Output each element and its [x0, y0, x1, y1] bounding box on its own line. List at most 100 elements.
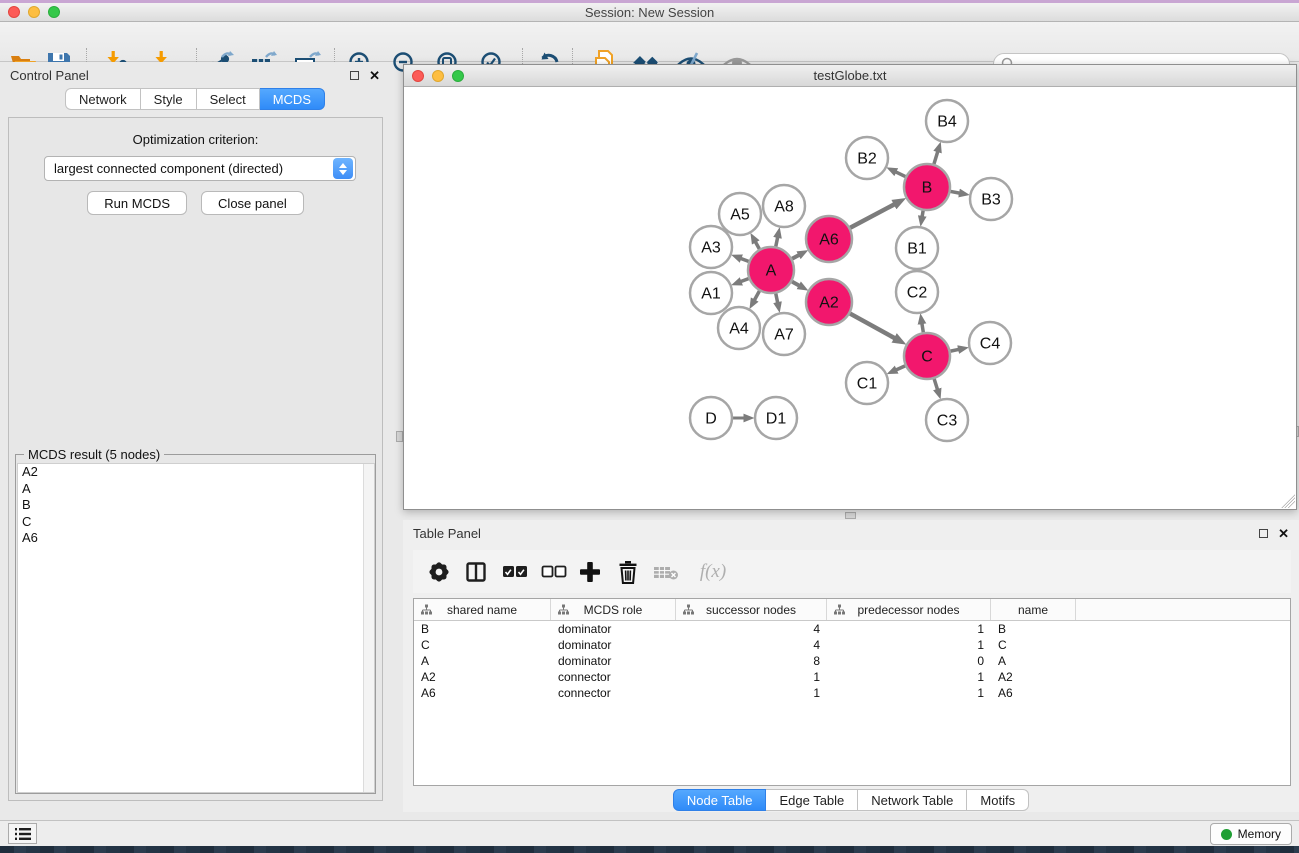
- table-cell[interactable]: dominator: [551, 637, 676, 653]
- column-header-shared-name[interactable]: shared name: [414, 599, 551, 620]
- node-C4[interactable]: C4: [969, 322, 1011, 364]
- edge-B-B4[interactable]: [934, 152, 938, 164]
- table-row[interactable]: Bdominator41B: [414, 621, 1290, 637]
- mcds-result-item[interactable]: B: [18, 497, 374, 514]
- table-row[interactable]: A6connector11A6: [414, 685, 1290, 701]
- table-cell[interactable]: dominator: [551, 621, 676, 637]
- node-table[interactable]: shared nameMCDS rolesuccessor nodesprede…: [413, 598, 1291, 786]
- minimize-window-button[interactable]: [28, 6, 40, 18]
- table-tab-node-table[interactable]: Node Table: [673, 789, 767, 811]
- function-builder-button[interactable]: f(x): [693, 558, 733, 586]
- node-A5[interactable]: A5: [719, 193, 761, 235]
- mcds-result-item[interactable]: A2: [18, 464, 374, 481]
- node-D1[interactable]: D1: [755, 397, 797, 439]
- delete-row-button[interactable]: [614, 558, 642, 586]
- task-history-button[interactable]: [8, 823, 37, 844]
- resize-grip-icon[interactable]: [1281, 494, 1295, 508]
- table-cell[interactable]: A6: [414, 685, 551, 701]
- edge-C-C2[interactable]: [922, 324, 923, 333]
- table-cell[interactable]: C: [991, 637, 1076, 653]
- column-header-MCDS-role[interactable]: MCDS role: [551, 599, 676, 620]
- delete-column-button[interactable]: [652, 558, 680, 586]
- table-cell[interactable]: 0: [827, 653, 991, 669]
- column-header-successor-nodes[interactable]: successor nodes: [676, 599, 827, 620]
- table-cell[interactable]: 1: [827, 637, 991, 653]
- horizontal-split-handle[interactable]: [845, 512, 856, 519]
- tab-network[interactable]: Network: [65, 88, 141, 110]
- table-tab-edge-table[interactable]: Edge Table: [766, 789, 858, 811]
- show-columns-button[interactable]: [462, 558, 490, 586]
- table-cell[interactable]: connector: [551, 669, 676, 685]
- node-A4[interactable]: A4: [718, 307, 760, 349]
- column-header-name[interactable]: name: [991, 599, 1076, 620]
- zoom-view-button[interactable]: [452, 70, 464, 82]
- criterion-dropdown[interactable]: largest connected component (directed): [44, 156, 356, 181]
- edge-A-A6[interactable]: [792, 255, 799, 259]
- close-panel-button[interactable]: Close panel: [201, 191, 304, 215]
- edge-A-A1[interactable]: [741, 279, 749, 282]
- close-table-panel-icon[interactable]: ✕: [1278, 527, 1289, 540]
- table-tab-motifs[interactable]: Motifs: [967, 789, 1029, 811]
- node-B1[interactable]: B1: [896, 227, 938, 269]
- edge-B-B1[interactable]: [922, 211, 923, 217]
- table-cell[interactable]: C: [414, 637, 551, 653]
- table-cell[interactable]: 1: [676, 669, 827, 685]
- tab-mcds[interactable]: MCDS: [260, 88, 325, 110]
- table-cell[interactable]: connector: [551, 685, 676, 701]
- edge-B-B3[interactable]: [951, 191, 960, 193]
- memory-button[interactable]: Memory: [1210, 823, 1292, 845]
- table-cell[interactable]: A: [414, 653, 551, 669]
- scrollbar-track[interactable]: [363, 464, 374, 792]
- node-A8[interactable]: A8: [763, 185, 805, 227]
- mcds-result-item[interactable]: A: [18, 481, 374, 498]
- edge-A-A8[interactable]: [776, 237, 778, 246]
- table-cell[interactable]: 1: [827, 685, 991, 701]
- vertical-split-handle[interactable]: [396, 431, 403, 442]
- network-canvas[interactable]: B4B2BB3B1C2A5A8A6A3AA1A2A4A7CC4C1C3DD1: [404, 87, 1296, 509]
- edge-B-B2[interactable]: [896, 172, 906, 177]
- node-A[interactable]: A: [748, 247, 794, 293]
- mcds-result-list[interactable]: A2ABCA6: [17, 463, 375, 793]
- deselect-all-button[interactable]: [540, 558, 568, 586]
- table-cell[interactable]: A: [991, 653, 1076, 669]
- table-cell[interactable]: 1: [676, 685, 827, 701]
- table-cell[interactable]: A6: [991, 685, 1076, 701]
- node-B4[interactable]: B4: [926, 100, 968, 142]
- float-panel-icon[interactable]: [350, 71, 359, 80]
- table-cell[interactable]: B: [991, 621, 1076, 637]
- table-cell[interactable]: 4: [676, 621, 827, 637]
- run-mcds-button[interactable]: Run MCDS: [87, 191, 187, 215]
- edge-A-A5[interactable]: [755, 242, 759, 249]
- mcds-result-item[interactable]: C: [18, 514, 374, 531]
- table-cell[interactable]: 4: [676, 637, 827, 653]
- tab-style[interactable]: Style: [141, 88, 197, 110]
- table-tab-network-table[interactable]: Network Table: [858, 789, 967, 811]
- node-D[interactable]: D: [690, 397, 732, 439]
- node-A2[interactable]: A2: [806, 279, 852, 325]
- zoom-window-button[interactable]: [48, 6, 60, 18]
- node-C3[interactable]: C3: [926, 399, 968, 441]
- table-cell[interactable]: A2: [991, 669, 1076, 685]
- table-cell[interactable]: 1: [827, 621, 991, 637]
- network-window-titlebar[interactable]: testGlobe.txt: [404, 65, 1296, 87]
- edge-C-C3[interactable]: [934, 379, 937, 390]
- node-C1[interactable]: C1: [846, 362, 888, 404]
- table-cell[interactable]: 8: [676, 653, 827, 669]
- table-cell[interactable]: A2: [414, 669, 551, 685]
- table-row[interactable]: A2connector11A2: [414, 669, 1290, 685]
- edge-A-A2[interactable]: [792, 282, 799, 286]
- tab-select[interactable]: Select: [197, 88, 260, 110]
- table-settings-button[interactable]: [425, 558, 453, 586]
- table-cell[interactable]: 1: [827, 669, 991, 685]
- node-B[interactable]: B: [904, 164, 950, 210]
- table-cell[interactable]: B: [414, 621, 551, 637]
- close-panel-icon[interactable]: ✕: [369, 69, 380, 82]
- edge-C-C4[interactable]: [951, 349, 959, 351]
- minimize-view-button[interactable]: [432, 70, 444, 82]
- select-all-button[interactable]: [501, 558, 529, 586]
- column-header-predecessor-nodes[interactable]: predecessor nodes: [827, 599, 991, 620]
- node-B3[interactable]: B3: [970, 178, 1012, 220]
- table-row[interactable]: Cdominator41C: [414, 637, 1290, 653]
- table-cell[interactable]: dominator: [551, 653, 676, 669]
- edge-A-A4[interactable]: [754, 291, 759, 300]
